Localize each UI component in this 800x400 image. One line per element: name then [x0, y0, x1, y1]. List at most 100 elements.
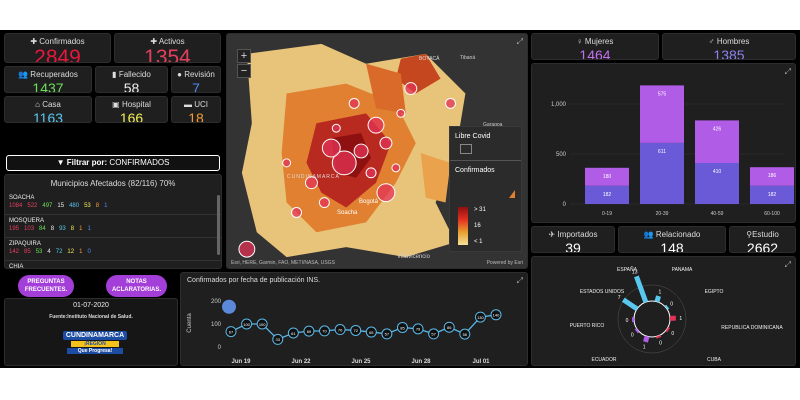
activos-label: Activos: [158, 37, 185, 46]
hospital-card: ▣ Hospital 166: [95, 96, 168, 123]
municipios-title: Municipios Afectados (82/116) 70%: [50, 179, 176, 188]
expand-icon[interactable]: ⤢: [785, 67, 791, 77]
data-label: 72: [353, 328, 358, 333]
data-label: 0: [626, 318, 629, 324]
muni-uci: 8: [95, 203, 100, 209]
list-item[interactable]: ZIPAQUIRA 142 85 53 4 72 12 1 0: [5, 238, 221, 261]
data-label: 70: [322, 329, 327, 334]
list-scrollbar[interactable]: [217, 195, 220, 255]
expand-icon[interactable]: ⤢: [517, 37, 523, 47]
data-label: 57: [431, 332, 436, 337]
legend-gradient: [458, 207, 468, 245]
muni-uci: 1: [79, 226, 83, 232]
muni-recuperados: 53: [35, 249, 43, 255]
age-bar-chart-panel: ⤢ 0 500 1,000 180 182 0-19 575 611 20-39 426 410 40…: [531, 63, 796, 223]
filter-icon: ▼: [56, 158, 65, 167]
muni-fallecidos: 15: [57, 203, 65, 209]
mujeres-value: 1464: [579, 47, 611, 60]
map-powered-by[interactable]: Powered by Esri: [487, 260, 523, 266]
countries-radial-panel: ⤢ 13 ESPAÑA 1 PANAMA 0 EGIPTO 1 REPUBLICA DOMIN…: [531, 256, 796, 366]
muni-revision: 1: [87, 226, 91, 232]
map-label-soacha: Soacha: [337, 210, 358, 216]
series-line: [230, 314, 497, 341]
data-label: 85: [400, 325, 405, 330]
x-tick-label: 60-100: [764, 211, 780, 217]
relacionado-value: 148: [660, 240, 684, 253]
category-label: PUERTO RICO: [570, 323, 605, 329]
data-label: 100: [259, 322, 266, 327]
casa-label: Casa: [42, 100, 61, 109]
mujeres-card: ♀ Mujeres 1464: [531, 33, 659, 60]
data-label: 0: [631, 332, 634, 338]
data-label: 0: [670, 302, 673, 308]
relacionado-label: Relacionado: [655, 230, 701, 239]
y-tick-label: 100: [211, 322, 222, 328]
filter-button[interactable]: ▼ Filtrar por: CONFIRMADOS: [6, 155, 220, 171]
revision-label: Revisión: [184, 70, 215, 79]
muni-casa: 72: [55, 249, 63, 255]
x-tick-label: Jun 19: [231, 359, 251, 365]
expand-icon[interactable]: ⤢: [785, 260, 791, 270]
x-tick-label: 40-59: [711, 211, 724, 217]
confirmados-value: 2849: [34, 46, 81, 63]
zoom-out-button[interactable]: −: [237, 64, 251, 78]
preguntas-button[interactable]: PREGUNTAS FRECUENTES.: [18, 275, 74, 297]
fallecido-card: ▮ Fallecido 58: [95, 66, 168, 93]
line-chart-title: Confirmados por fecha de publicación INS…: [187, 277, 321, 284]
data-label: 65: [369, 330, 374, 335]
notas-button[interactable]: NOTAS ACLARATORIAS.: [106, 275, 167, 297]
estudio-label: Estudio: [752, 230, 779, 239]
fallecido-label: Fallecido: [118, 70, 151, 79]
municipios-list[interactable]: SOACHA 1084 522 497 15 480 53 8 1 MOSQUE…: [5, 192, 221, 269]
revision-card: ● Revisión 7: [171, 66, 221, 93]
logo-line2: ¡REGIÓN: [71, 341, 119, 347]
info-panel: 01-07-2020 Fuente:Instituto Nacional de …: [4, 298, 178, 366]
countries-radial-chart: 13ESPAÑA1PANAMA0EGIPTO1REPUBLICA DOMINIC…: [570, 266, 784, 363]
expand-icon[interactable]: ⤢: [517, 276, 523, 286]
y-axis-label: Cuenta: [187, 313, 193, 333]
radial-bar: [655, 335, 662, 339]
recuperados-card: 👥 Recuperados 1437: [4, 66, 92, 93]
hospital-icon: ▣: [112, 100, 120, 109]
confirmados-label: Confirmados: [39, 37, 85, 46]
municipio-name: ZIPAQUIRA: [9, 241, 41, 247]
map-panel[interactable]: Tibaná Garagoa Bogotá Soacha CUNDINAMARC…: [226, 33, 528, 269]
confirmados-card: ✚ Confirmados 2849: [4, 33, 111, 63]
cundinamarca-logo: CUNDINAMARCA ¡REGIÓN Que Progresa!: [63, 331, 127, 357]
municipio-name: CHIA: [9, 264, 24, 269]
muni-hospital: 8: [70, 226, 75, 232]
revision-value: 7: [192, 80, 200, 93]
data-point: [222, 299, 236, 314]
radial-bar: [621, 297, 639, 312]
radial-bar: [634, 328, 640, 334]
category-label: ESTADOS UNIDOS: [580, 289, 625, 295]
hospital-label: Hospital: [121, 100, 151, 109]
page-footer: [0, 368, 800, 400]
muni-activos: 103: [24, 226, 35, 232]
data-label: 611: [658, 149, 666, 155]
importados-value: 39: [565, 240, 581, 253]
category-label: ECUADOR: [591, 357, 616, 363]
muni-confirmados: 195: [9, 226, 20, 232]
data-label: 410: [713, 169, 722, 175]
data-label: 0: [671, 331, 674, 337]
data-label: 57: [385, 332, 390, 337]
list-item[interactable]: CHIA 126 31 74 11 41 8 1 0: [5, 261, 221, 269]
muni-confirmados: 142: [9, 249, 20, 255]
y-tick-label: 0: [218, 345, 222, 351]
muni-confirmados: 1084: [9, 203, 23, 209]
radial-bar: [665, 326, 670, 333]
municipio-name: MOSQUERA: [9, 218, 45, 224]
list-item[interactable]: MOSQUERA 195 103 84 8 93 8 1 1: [5, 215, 221, 238]
muni-revision: 1: [104, 203, 108, 209]
logo-line3: Que Progresa!: [67, 348, 123, 354]
importados-label: Importados: [557, 230, 598, 239]
list-item[interactable]: SOACHA 1084 522 497 15 480 53 8 1: [5, 192, 221, 215]
muni-fallecidos: 8: [50, 226, 55, 232]
zoom-in-button[interactable]: +: [237, 49, 251, 63]
legend-title-libre: Libre Covid: [455, 133, 491, 140]
legend-item-low: < 1: [474, 239, 483, 245]
hombres-value: 1385: [713, 47, 745, 60]
x-tick-label: Jun 28: [411, 359, 431, 365]
radial-bar: [634, 275, 649, 303]
